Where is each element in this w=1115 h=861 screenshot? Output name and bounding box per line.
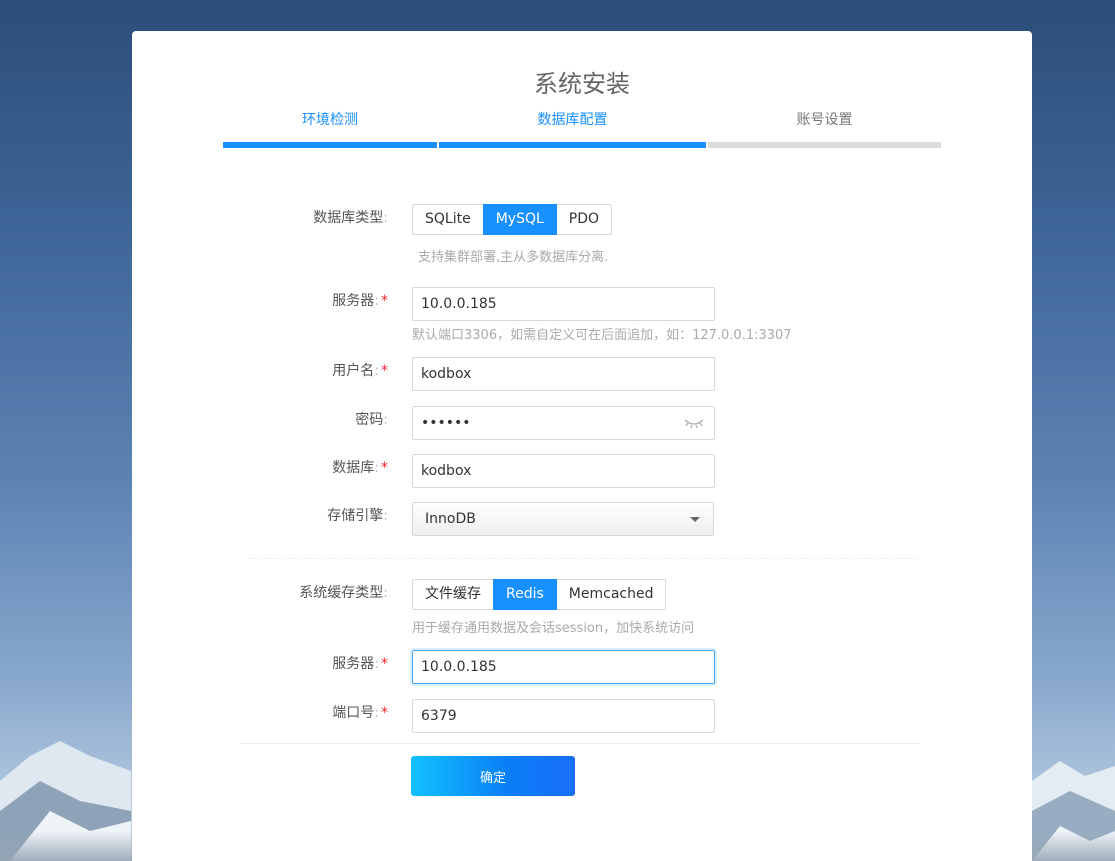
db-type-pdo[interactable]: PDO [555,204,613,235]
step-env-check: 环境检测 [223,109,437,149]
footer-divider [240,743,920,744]
db-name-label: 数据库: * [332,460,388,476]
install-panel: 系统安装 环境检测 数据库配置 账号设置 数据库类型: SQLite MySQL… [132,31,1032,861]
db-type-label: 数据库类型: [313,210,388,226]
db-server-hint: 默认端口3306，如需自定义可在后面追加，如：127.0.0.1:3307 [412,328,792,343]
step-env-check-label: 环境检测 [302,112,358,128]
confirm-button[interactable]: 确定 [411,756,575,796]
cache-type-selector: 文件缓存 Redis Memcached [412,579,667,610]
db-user-input[interactable]: kodbox [412,357,715,391]
cache-port-input[interactable]: 6379 [412,699,715,733]
cache-type-redis[interactable]: Redis [493,579,557,610]
db-type-selector: SQLite MySQL PDO [412,204,613,235]
db-password-value: •••••• [421,415,471,431]
page-title: 系统安装 [534,70,630,98]
cache-server-input[interactable]: 10.0.0.185 [412,650,715,684]
cache-port-label: 端口号: * [332,705,388,721]
db-password-label: 密码: [355,412,388,428]
cache-type-label: 系统缓存类型: [299,585,388,601]
step-env-check-bar [223,142,437,148]
db-engine-value: InnoDB [425,511,476,527]
db-user-label: 用户名: * [332,363,388,379]
eye-closed-icon[interactable] [684,416,704,430]
db-server-label: 服务器: * [332,293,388,309]
section-divider [248,558,918,559]
install-steps: 环境检测 数据库配置 账号设置 [223,109,941,149]
step-db-config-bar [439,142,706,148]
db-type-sqlite[interactable]: SQLite [412,204,484,235]
chevron-down-icon [690,517,700,522]
step-db-config-label: 数据库配置 [537,112,608,128]
db-name-input[interactable]: kodbox [412,454,715,488]
db-type-hint: 支持集群部署,主从多数据库分离. [418,250,609,265]
db-engine-select[interactable]: InnoDB [412,502,714,536]
cache-type-hint: 用于缓存通用数据及会话session，加快系统访问 [412,621,695,636]
step-account: 账号设置 [708,109,941,149]
step-account-bar [708,142,941,148]
db-type-mysql[interactable]: MySQL [482,204,557,235]
cache-server-label: 服务器: * [332,656,388,672]
step-account-label: 账号设置 [796,112,853,128]
cache-type-memcached[interactable]: Memcached [555,579,667,610]
db-password-input[interactable]: •••••• [412,406,715,440]
step-db-config: 数据库配置 [439,109,706,149]
db-engine-label: 存储引擎: [327,508,388,524]
cache-type-file[interactable]: 文件缓存 [412,579,494,610]
db-server-input[interactable]: 10.0.0.185 [412,287,715,321]
